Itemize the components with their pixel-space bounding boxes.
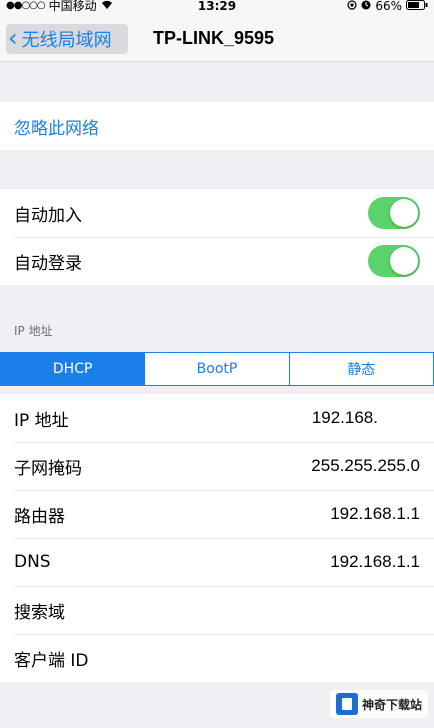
status-left: ●●○○○ 中国移动: [6, 0, 113, 12]
signal-icon: ●●○○○: [6, 0, 46, 11]
client-id-label: 客户端 ID: [14, 650, 89, 671]
segment-static[interactable]: 静态: [288, 353, 433, 385]
ip-details-group: IP 地址 192.168. 子网掩码 255.255.255.0 路由器 19…: [0, 394, 434, 682]
forget-network-label: 忽略此网络: [14, 118, 99, 139]
wifi-icon: [101, 0, 113, 12]
toggle-knob: [390, 199, 418, 227]
router-label: 路由器: [14, 506, 65, 527]
ip-mode-segmented-control: DHCP BootP 静态: [0, 352, 434, 386]
auto-join-label: 自动加入: [14, 205, 82, 226]
watermark-logo-icon: [335, 693, 358, 715]
client-id-row[interactable]: 客户端 ID: [0, 634, 434, 682]
dns-value: 192.168.1.1: [330, 552, 420, 571]
watermark: 神奇下载站: [329, 690, 428, 718]
subnet-mask-value: 255.255.255.0: [311, 456, 420, 475]
forget-network-group: 忽略此网络: [0, 102, 434, 150]
status-bar: ●●○○○ 中国移动 13:29 66%: [0, 0, 434, 14]
battery-percent: 66%: [375, 0, 402, 13]
ip-address-row: IP 地址 192.168.: [0, 394, 434, 442]
page-title: TP-LINK_9595: [153, 28, 275, 48]
battery-icon: [406, 0, 428, 12]
auto-join-row: 自动加入: [0, 189, 434, 237]
back-button-label: 无线局域网: [21, 30, 112, 51]
orientation-lock-icon: [347, 0, 357, 12]
chevron-left-icon: ‹: [8, 24, 18, 52]
segment-bootp[interactable]: BootP: [144, 353, 288, 385]
subnet-mask-label: 子网掩码: [14, 458, 82, 479]
router-value: 192.168.1.1: [330, 504, 420, 523]
router-row: 路由器 192.168.1.1: [0, 490, 434, 538]
navigation-bar: ‹ 无线局域网 TP-LINK_9595: [0, 14, 434, 62]
carrier-label: 中国移动: [48, 0, 97, 13]
dns-row[interactable]: DNS 192.168.1.1: [0, 538, 434, 586]
dns-label: DNS: [14, 552, 51, 572]
subnet-mask-row: 子网掩码 255.255.255.0: [0, 442, 434, 490]
ip-section-header: IP 地址: [14, 324, 53, 338]
ip-address-value: 192.168.: [311, 408, 378, 427]
alarm-icon: [361, 0, 371, 12]
watermark-text: 神奇下载站: [361, 697, 422, 712]
segment-dhcp[interactable]: DHCP: [1, 353, 145, 385]
back-button[interactable]: ‹ 无线局域网: [6, 24, 128, 54]
auto-login-toggle[interactable]: [368, 245, 420, 277]
forget-network-button[interactable]: 忽略此网络: [0, 102, 434, 150]
auto-join-toggle[interactable]: [368, 197, 420, 229]
ip-address-label: IP 地址: [14, 410, 69, 431]
search-domain-label: 搜索域: [14, 602, 65, 623]
search-domain-row[interactable]: 搜索域: [0, 586, 434, 634]
auto-login-label: 自动登录: [14, 253, 82, 274]
auto-login-row: 自动登录: [0, 237, 434, 285]
toggle-knob: [390, 247, 418, 275]
auto-settings-group: 自动加入 自动登录: [0, 189, 434, 285]
status-right: 66%: [347, 0, 428, 12]
